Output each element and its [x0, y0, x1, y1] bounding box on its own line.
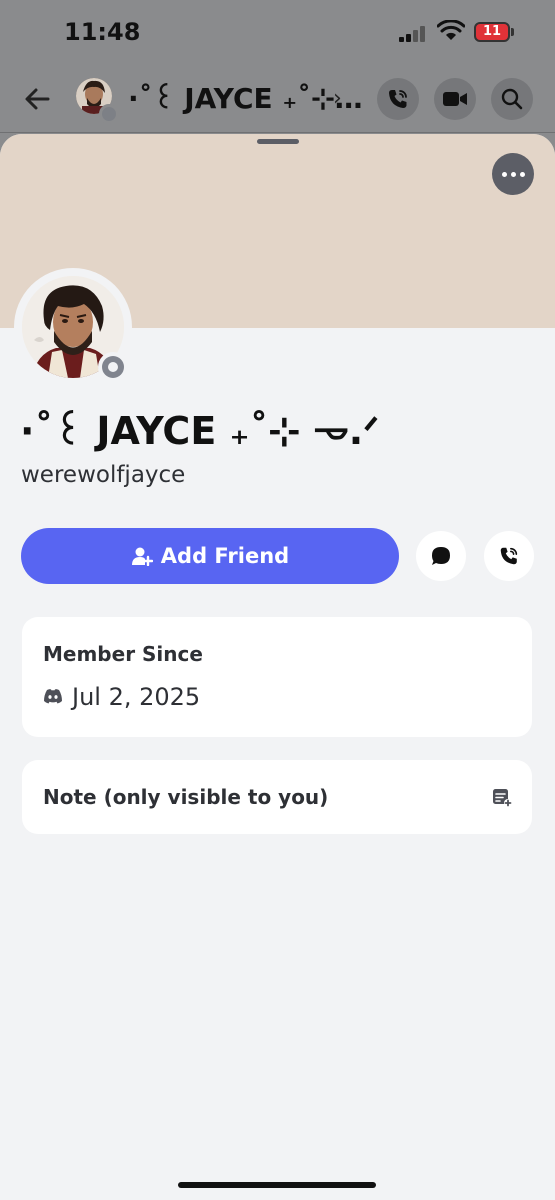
username[interactable]: werewolfjayce [21, 462, 185, 488]
voice-call-button[interactable] [377, 78, 419, 120]
header-title[interactable]: ·˚꒰ JAYCE ₊˚⊹… [128, 78, 363, 115]
note-add-icon[interactable] [492, 787, 512, 807]
status-bar: 11:48 11 [0, 0, 555, 66]
search-button[interactable] [491, 78, 533, 120]
note-card[interactable]: Note (only visible to you) [22, 760, 532, 834]
member-since-card: Member Since Jul 2, 2025 [22, 617, 532, 737]
member-since-title: Member Since [43, 642, 203, 666]
display-name: ·˚꒰ JAYCE ₊˚⊹ 𐃷.ᐟ [20, 409, 380, 453]
call-button[interactable] [484, 531, 534, 581]
cellular-signal-icon [399, 26, 429, 42]
battery-tip [511, 28, 514, 36]
status-indicator [98, 352, 128, 382]
sheet-grabber[interactable] [257, 139, 299, 144]
message-icon [432, 547, 450, 565]
call-icon [500, 547, 518, 565]
more-options-button[interactable] [492, 153, 534, 195]
add-friend-icon [131, 547, 153, 566]
search-icon [501, 88, 523, 110]
battery-indicator: 11 [474, 22, 510, 42]
chevron-right-icon[interactable]: › [333, 86, 342, 111]
more-icon [501, 171, 507, 177]
add-friend-label: Add Friend [160, 544, 290, 568]
member-since-date: Jul 2, 2025 [72, 683, 201, 711]
voice-call-icon [389, 90, 407, 108]
header-status-indicator [99, 104, 119, 124]
dm-header: ·˚꒰ JAYCE ₊˚⊹… › [0, 66, 555, 133]
add-friend-button[interactable]: Add Friend [21, 528, 399, 584]
note-title: Note (only visible to you) [43, 785, 329, 809]
back-arrow-icon[interactable] [20, 82, 54, 116]
discord-logo-icon [44, 689, 62, 704]
status-time: 11:48 [64, 18, 141, 46]
profile-sheet: ·˚꒰ JAYCE ₊˚⊹ 𐃷.ᐟ werewolfjayce Add Frie… [0, 134, 555, 1200]
wifi-icon [437, 20, 465, 40]
video-call-icon [443, 92, 467, 106]
video-call-button[interactable] [434, 78, 476, 120]
message-button[interactable] [416, 531, 466, 581]
battery-level: 11 [482, 24, 502, 39]
home-indicator[interactable] [178, 1182, 376, 1188]
